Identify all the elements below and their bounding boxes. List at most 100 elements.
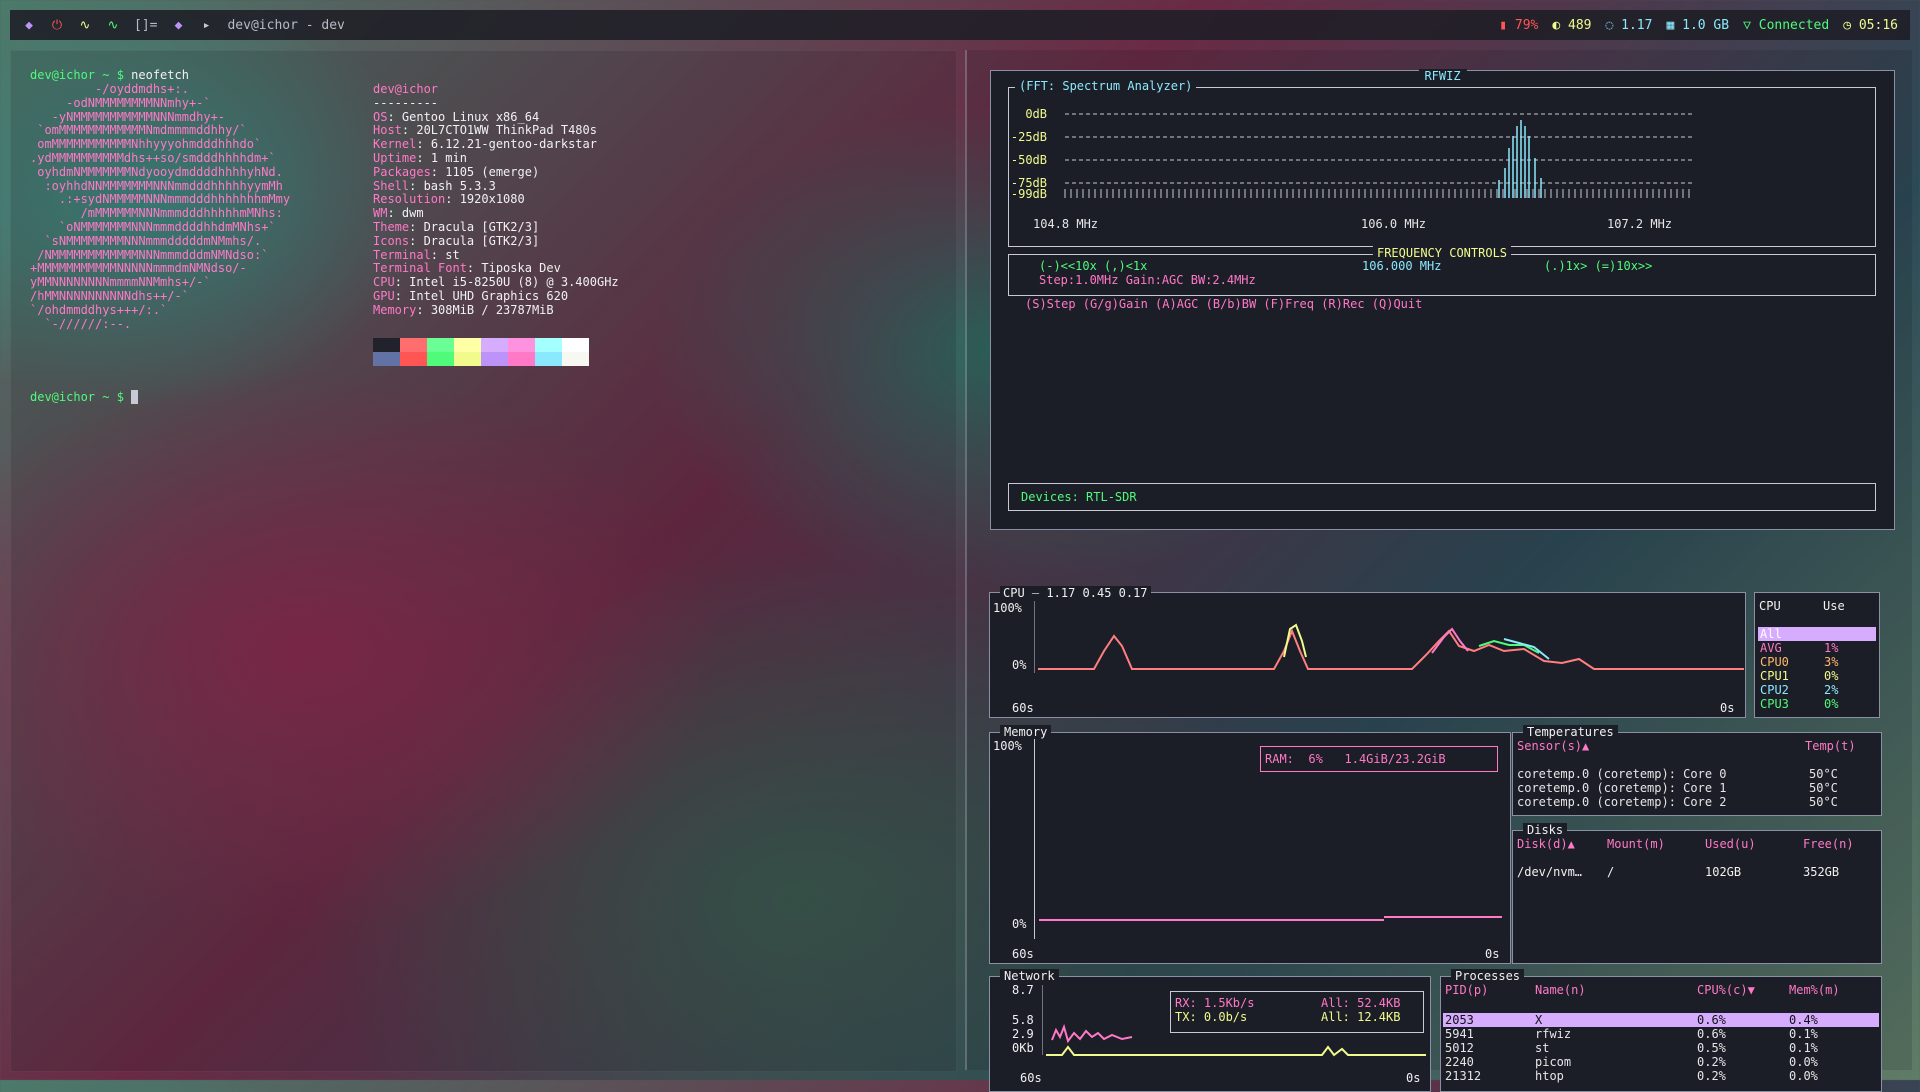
- mem-col-header[interactable]: Mem%(m): [1789, 983, 1840, 997]
- info-value: Dracula [GTK2/3]: [423, 233, 540, 248]
- rfwiz-title: RFWIZ: [1418, 69, 1467, 83]
- cpu-row-use: 0%: [1824, 697, 1839, 711]
- wifi-status[interactable]: ▽ Connected: [1743, 18, 1829, 33]
- temp-row[interactable]: coretemp.0 (coretemp): Core 1 50°C: [1517, 781, 1877, 795]
- ascii-line: `oNMMMMMMMNNNmmmddddhhdmMNhs+`: [30, 219, 276, 234]
- wave-icon[interactable]: ∿: [78, 18, 92, 33]
- color-swatch: [400, 338, 427, 352]
- cpu-x-left: 60s: [1012, 701, 1034, 715]
- rfwiz-window[interactable]: RFWIZ (FFT: Spectrum Analyzer) 0dB -25dB -…: [990, 69, 1895, 530]
- info-line: GPU: Intel UHD Graphics 620: [373, 288, 569, 303]
- temp-row[interactable]: coretemp.0 (coretemp): Core 2 50°C: [1517, 795, 1877, 809]
- net-y-1: 5.8: [1012, 1013, 1034, 1027]
- use-col-header: Use: [1823, 599, 1845, 613]
- cpu-col-header[interactable]: CPU%(c)▼: [1697, 983, 1755, 997]
- mount-col-header[interactable]: Mount(m): [1607, 837, 1665, 851]
- cpu-row[interactable]: CPU3 0%: [1758, 697, 1876, 711]
- info-key: Terminal Font: [373, 261, 467, 276]
- process-pid: 2240: [1445, 1055, 1474, 1069]
- tag-icon[interactable]: ◆: [171, 18, 185, 33]
- gentoo-icon[interactable]: ◆: [22, 18, 36, 33]
- color-swatch: [400, 352, 427, 366]
- cpu-row[interactable]: AVG 1%: [1758, 641, 1876, 655]
- freq-up-keys[interactable]: (.)1x> (=)10x>>: [1544, 259, 1652, 273]
- info-line: Packages: 1105 (emerge): [373, 164, 540, 179]
- battery-status[interactable]: ▮ 79%: [1499, 18, 1538, 33]
- pid-col-header[interactable]: PID(p): [1445, 983, 1488, 997]
- ascii-logo: -/oyddmdhs+:. -odNMMMMMMMMNNmhy+-` -yNMM…: [30, 82, 291, 331]
- info-key: Uptime: [373, 150, 417, 165]
- color-palette: [373, 338, 589, 366]
- cpu-y-bottom: 0%: [1012, 658, 1027, 672]
- cpu-header: CPU — 1.17 0.45 0.17: [1000, 586, 1151, 600]
- temp-value: 50°C: [1809, 795, 1838, 809]
- freq-down-keys[interactable]: (-)<<10x (,)<1x: [1039, 259, 1147, 273]
- process-name: st: [1535, 1041, 1550, 1055]
- frequency-controls[interactable]: FREQUENCY CONTROLS (-)<<10x (,)<1x 106.0…: [1008, 246, 1876, 296]
- cpu-row[interactable]: All: [1758, 627, 1876, 641]
- memory-status[interactable]: ▦ 1.0 GB: [1666, 18, 1729, 33]
- rx-line: [1051, 1023, 1133, 1044]
- info-key: Terminal: [373, 247, 431, 262]
- prompt: dev@ichor ~ $: [30, 68, 124, 82]
- db-label: -50dB: [1011, 153, 1047, 167]
- disk-name[interactable]: /dev/nvm…: [1517, 865, 1582, 879]
- name-col-header[interactable]: Name(n): [1535, 983, 1586, 997]
- cpu-graph: [1034, 601, 1744, 673]
- tx-rate: TX: 0.0b/s: [1175, 1010, 1248, 1024]
- color-swatch: [535, 338, 562, 352]
- process-row[interactable]: 5012 st 0.5% 0.1%: [1443, 1041, 1879, 1055]
- process-row[interactable]: 2240 picom 0.2% 0.0%: [1443, 1055, 1879, 1069]
- process-mem: 0.1%: [1789, 1027, 1818, 1041]
- cpu-row-name: All: [1760, 627, 1782, 641]
- temp-row[interactable]: coretemp.0 (coretemp): Core 0 50°C: [1517, 767, 1877, 781]
- info-line: Theme: Dracula [GTK2/3]: [373, 219, 540, 234]
- cpu-row[interactable]: CPU0 3%: [1758, 655, 1876, 669]
- power-icon[interactable]: ⏻: [50, 18, 64, 33]
- spectrum-analyzer: (FFT: Spectrum Analyzer) 0dB -25dB -50dB -7…: [1008, 79, 1876, 247]
- ascii-line: `sNMMMMMMMMNNNmmmdddddmNMmhs/.: [30, 233, 262, 248]
- updates-icon: ◐: [1552, 17, 1561, 33]
- net-y-0: 8.7: [1012, 983, 1034, 997]
- wifi-icon: ▽: [1743, 17, 1751, 33]
- ascii-line: -yNMMMMMMMMMMMNNNmmdhy+-: [30, 109, 226, 124]
- process-mem: 0.1%: [1789, 1041, 1818, 1055]
- process-row[interactable]: 21312 htop 0.2% 0.0%: [1443, 1069, 1879, 1083]
- color-swatch: [373, 352, 400, 366]
- process-row[interactable]: 2053 X 0.6% 0.4%: [1443, 1013, 1879, 1027]
- disk-mount: /: [1607, 865, 1615, 879]
- processes-panel: Processes PID(p) Name(n) CPU%(c)▼ Mem%(m…: [1440, 969, 1882, 1092]
- mem-x-left: 60s: [1012, 947, 1034, 961]
- used-col-header[interactable]: Used(u): [1705, 837, 1756, 851]
- clock-icon: ◷: [1843, 17, 1852, 33]
- info-value: Intel UHD Graphics 620: [409, 288, 569, 303]
- info-value: st: [445, 247, 460, 262]
- sensor-col-header[interactable]: Sensor(s)▲: [1517, 739, 1589, 753]
- cpu-row[interactable]: CPU2 2%: [1758, 683, 1876, 697]
- battery-icon: ▮: [1499, 17, 1508, 33]
- load-status[interactable]: ◌ 1.17: [1606, 18, 1653, 33]
- layout-indicator[interactable]: []=: [134, 18, 157, 33]
- cpu-row[interactable]: CPU1 0%: [1758, 669, 1876, 683]
- info-key: GPU: [373, 288, 395, 303]
- info-key: Memory: [373, 302, 417, 317]
- ascii-line: .:+sydNMMMMMNNNmmmdddhhhhhhhmMmy: [30, 192, 291, 207]
- ram-line-old: [1039, 919, 1384, 921]
- tx-total: All: 12.4KB: [1321, 1010, 1401, 1024]
- info-value: bash 5.3.3: [423, 178, 496, 193]
- updates-status[interactable]: ◐ 489: [1552, 18, 1591, 33]
- temp-col-header[interactable]: Temp(t): [1805, 739, 1856, 753]
- disk-col-header[interactable]: Disk(d)▲: [1517, 837, 1575, 851]
- right-pane: RFWIZ (FFT: Spectrum Analyzer) 0dB -25dB -…: [965, 50, 1912, 1092]
- terminal-pane[interactable]: dev@ichor ~ $ neofetch -/oyddmdhs+:. -od…: [10, 50, 957, 1072]
- clock-status[interactable]: ◷ 05:16: [1843, 18, 1898, 33]
- process-row[interactable]: 5941 rfwiz 0.6% 0.1%: [1443, 1027, 1879, 1041]
- ram-readout: RAM: 6% 1.4GiB/23.2GiB: [1265, 752, 1446, 766]
- bar-right: ▮ 79% ◐ 489 ◌ 1.17 ▦ 1.0 GB ▽ Connected …: [1487, 18, 1910, 33]
- status-bar: ◆ ⏻ ∿ ∿ []= ◆ ▸ dev@ichor - dev ▮ 79% ◐ …: [10, 10, 1910, 40]
- free-col-header[interactable]: Free(n): [1803, 837, 1854, 851]
- cpu-row-use: 2%: [1824, 683, 1839, 697]
- info-value: 20L7CTO1WW ThinkPad T480s: [416, 123, 597, 138]
- activity-icon[interactable]: ∿: [106, 18, 120, 33]
- prompt-line-2[interactable]: dev@ichor ~ $: [30, 390, 139, 405]
